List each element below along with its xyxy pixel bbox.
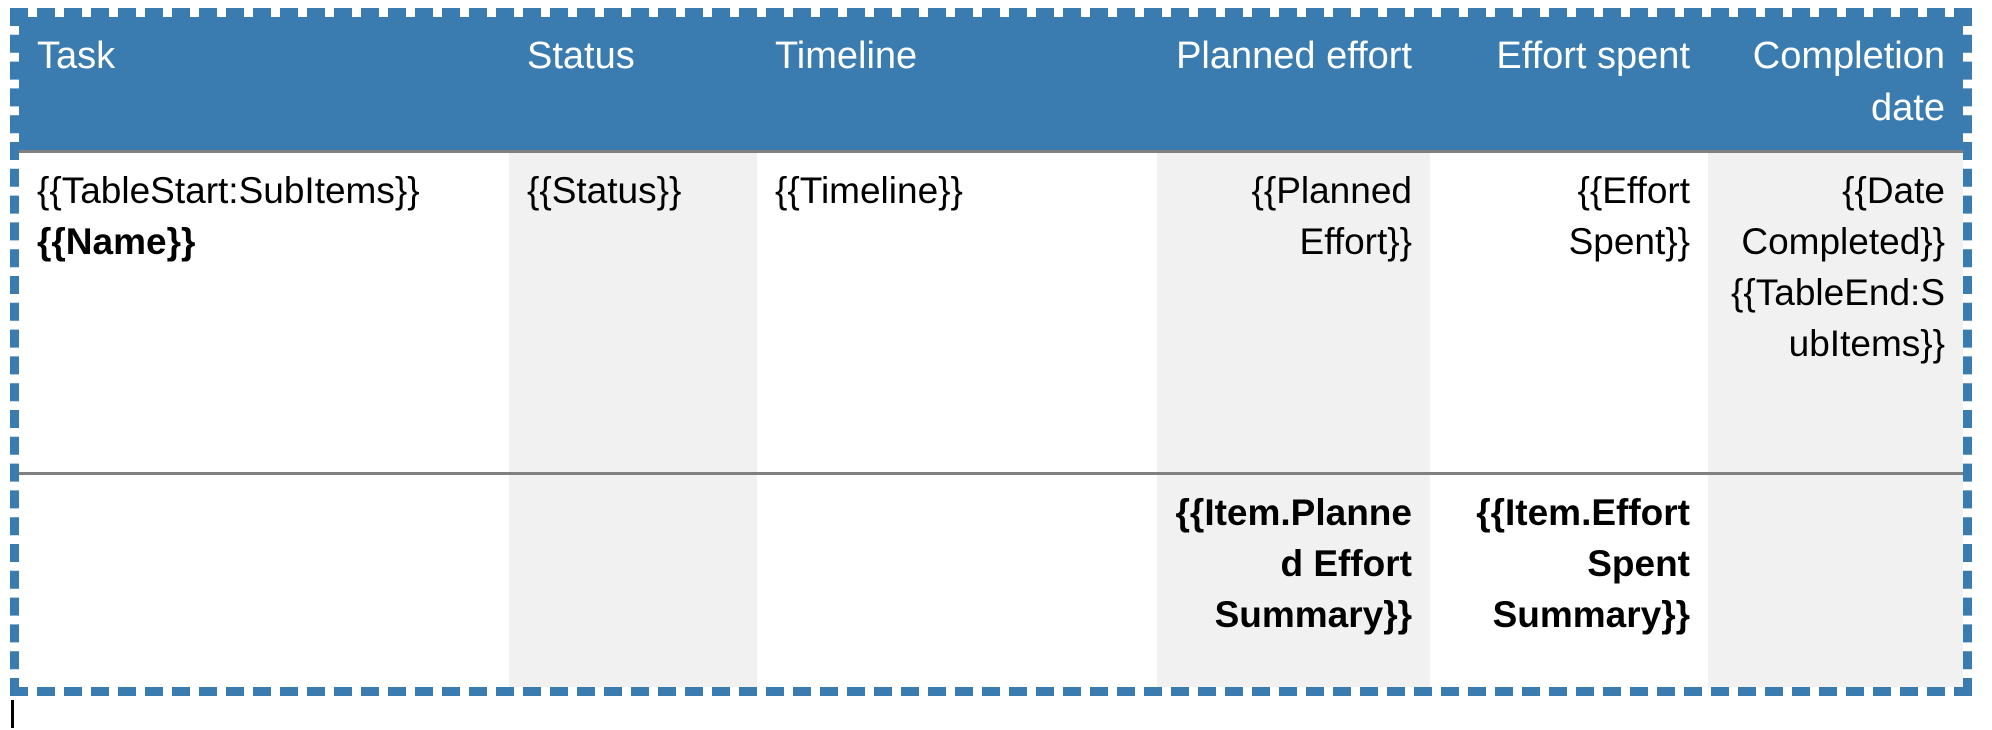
header-row: Task Status Timeline Planned effort Effo… <box>19 17 1963 152</box>
cell-text-line: {{Planned Effort}} <box>1251 170 1412 263</box>
table-row[interactable]: {{TableStart:SubItems}} {{Name}} {{Status… <box>19 150 1963 474</box>
column-header-timeline[interactable]: Timeline <box>757 17 1157 152</box>
cell-planned-effort[interactable]: {{Planned Effort}} <box>1157 150 1430 474</box>
cell-timeline[interactable]: {{Timeline}} <box>757 150 1157 474</box>
column-header-planned-effort[interactable]: Planned effort <box>1157 17 1430 152</box>
cell-text-line: {{Date Completed}} <box>1741 170 1945 263</box>
document-canvas: Task Status Timeline Planned effort Effo… <box>0 0 1992 730</box>
column-header-completion-date[interactable]: Completion date <box>1708 17 1963 152</box>
cell-effort-spent[interactable]: {{Effort Spent}} <box>1430 150 1708 474</box>
cell-text-line: {{Item.Effort Spent Summary}} <box>1476 492 1690 636</box>
column-header-effort-spent[interactable]: Effort spent <box>1430 17 1708 152</box>
cell-completion-date-summary[interactable] <box>1708 472 1963 687</box>
cell-text-line: {{TableStart:SubItems}} <box>37 170 420 212</box>
table-selection-frame[interactable]: Task Status Timeline Planned effort Effo… <box>10 8 1972 696</box>
cell-text-line: {{Status}} <box>527 170 682 212</box>
cell-text-line: {{Effort Spent}} <box>1568 170 1690 263</box>
table-body: {{TableStart:SubItems}} {{Name}} {{Status… <box>19 150 1963 687</box>
cell-effort-spent-summary[interactable]: {{Item.Effort Spent Summary}} <box>1430 472 1708 687</box>
cell-completion-date[interactable]: {{Date Completed}} {{TableEnd:SubItems}} <box>1708 150 1963 474</box>
table-header: Task Status Timeline Planned effort Effo… <box>19 17 1963 152</box>
cell-task[interactable]: {{TableStart:SubItems}} {{Name}} <box>19 150 509 474</box>
cell-text-line: {{Timeline}} <box>775 170 963 212</box>
text-caret <box>11 700 14 728</box>
merge-field-table: Task Status Timeline Planned effort Effo… <box>19 17 1963 687</box>
cell-status-summary[interactable] <box>509 472 757 687</box>
column-header-status[interactable]: Status <box>509 17 757 152</box>
cell-planned-effort-summary[interactable]: {{Item.Planned Effort Summary}} <box>1157 472 1430 687</box>
cell-text-line: {{Name}} <box>37 221 196 263</box>
cell-task-summary[interactable] <box>19 472 509 687</box>
cell-status[interactable]: {{Status}} <box>509 150 757 474</box>
cell-timeline-summary[interactable] <box>757 472 1157 687</box>
table-row[interactable]: {{Item.Planned Effort Summary}} {{Item.E… <box>19 472 1963 687</box>
cell-text-line: {{TableEnd:SubItems}} <box>1731 272 1945 365</box>
column-header-task[interactable]: Task <box>19 17 509 152</box>
cell-text-line: {{Item.Planned Effort Summary}} <box>1175 492 1412 636</box>
